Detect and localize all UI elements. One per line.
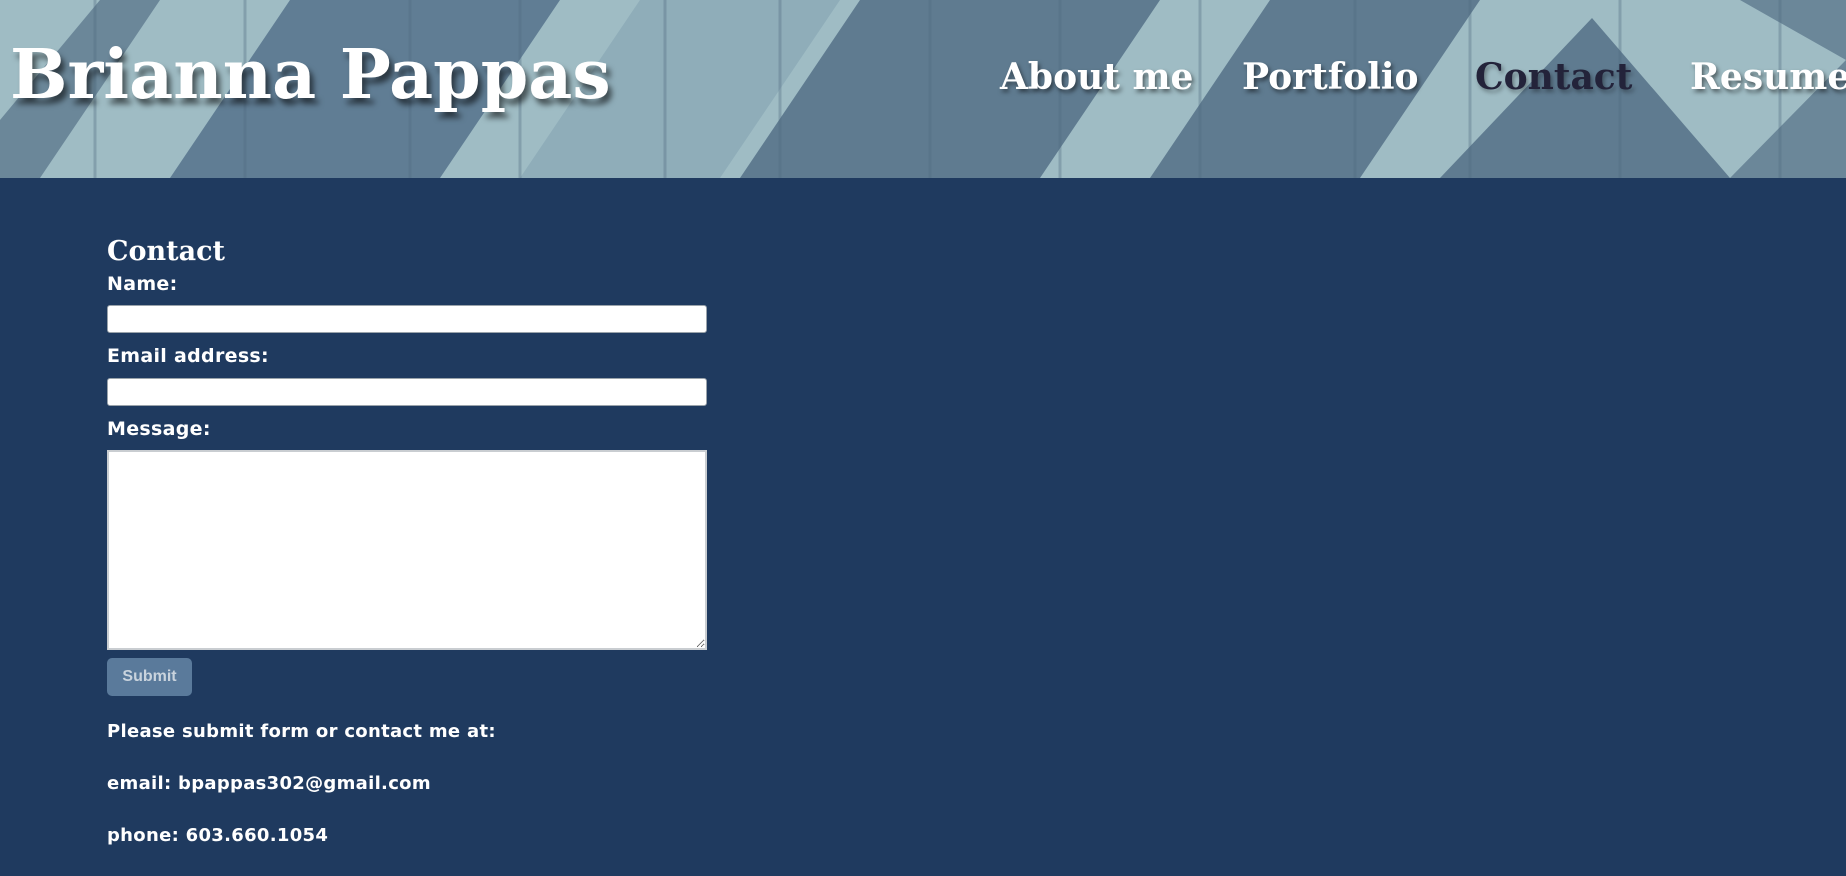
site-header: Brianna Pappas About me Portfolio Contac…	[0, 0, 1846, 178]
message-label: Message:	[107, 418, 211, 440]
contact-info-intro: Please submit form or contact me at:	[107, 721, 496, 742]
nav-link-about-me[interactable]: About me	[1000, 52, 1193, 102]
name-label: Name:	[107, 273, 178, 295]
submit-button[interactable]: Submit	[107, 658, 192, 696]
site-title: Brianna Pappas	[10, 35, 611, 115]
email-label: Email address:	[107, 345, 269, 367]
contact-email: email: bpappas302@gmail.com	[107, 773, 431, 794]
section-title: Contact	[107, 236, 226, 267]
contact-form: Name: Email address: Message: Submit	[107, 272, 727, 696]
name-field[interactable]	[107, 305, 707, 333]
nav-link-portfolio[interactable]: Portfolio	[1242, 52, 1419, 102]
contact-section: Contact Name: Email address: Message: Su…	[107, 232, 727, 848]
message-textarea[interactable]	[107, 450, 707, 650]
nav-link-resume[interactable]: Resume	[1690, 52, 1846, 102]
nav-link-contact[interactable]: Contact	[1475, 52, 1632, 102]
contact-phone: phone: 603.660.1054	[107, 825, 329, 846]
email-field[interactable]	[107, 378, 707, 406]
